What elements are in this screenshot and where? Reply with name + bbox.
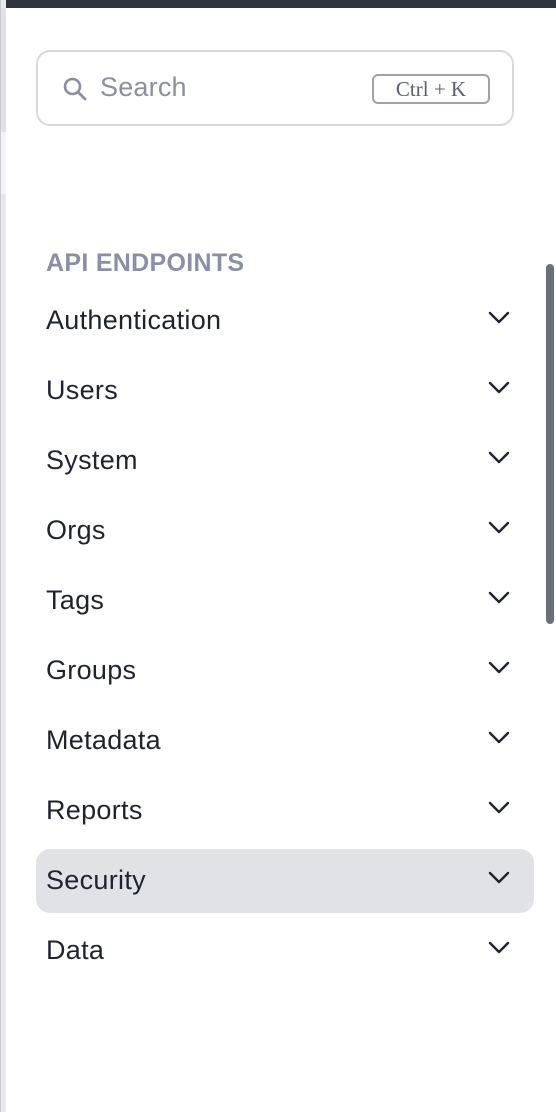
search-input[interactable]: Search Ctrl + K xyxy=(36,50,514,126)
chevron-down-icon[interactable] xyxy=(488,521,510,535)
chevron-down-icon[interactable] xyxy=(488,801,510,815)
sidebar-item-authentication[interactable]: Authentication xyxy=(36,289,534,353)
sidebar-item-groups[interactable]: Groups xyxy=(36,639,534,703)
chevron-down-icon[interactable] xyxy=(488,311,510,325)
sidebar-item-data[interactable]: Data xyxy=(36,919,534,983)
sidebar-item-label: Users xyxy=(46,375,119,405)
sidebar-panel: Search Ctrl + K API ENDPOINTS Authentica… xyxy=(6,8,556,1112)
endpoint-nav-list: Authentication Users System Orgs Tags Gr… xyxy=(36,289,534,989)
search-icon xyxy=(63,77,87,101)
sidebar-item-orgs[interactable]: Orgs xyxy=(36,499,534,563)
search-placeholder: Search xyxy=(100,72,187,102)
sidebar-item-tags[interactable]: Tags xyxy=(36,569,534,633)
sidebar-item-label: Reports xyxy=(46,795,143,825)
chevron-down-icon[interactable] xyxy=(488,731,510,745)
chevron-down-icon[interactable] xyxy=(488,871,510,885)
chevron-down-icon[interactable] xyxy=(488,661,510,675)
sidebar-item-label: Tags xyxy=(46,585,105,615)
section-title: API ENDPOINTS xyxy=(46,249,245,277)
chevron-down-icon[interactable] xyxy=(488,451,510,465)
sidebar-item-label: Authentication xyxy=(46,305,222,335)
sidebar-item-label: Metadata xyxy=(46,725,161,755)
sidebar-item-label: Security xyxy=(46,865,146,895)
sidebar-item-users[interactable]: Users xyxy=(36,359,534,423)
window-top-bar xyxy=(0,0,556,8)
sidebar-item-label: System xyxy=(46,445,138,475)
sidebar-item-label: Orgs xyxy=(46,515,106,545)
chevron-down-icon[interactable] xyxy=(488,381,510,395)
divider xyxy=(0,0,1,1112)
chevron-down-icon[interactable] xyxy=(488,941,510,955)
scrollbar[interactable] xyxy=(546,264,554,624)
sidebar-item-system[interactable]: System xyxy=(36,429,534,493)
sidebar-item-security[interactable]: Security xyxy=(36,849,534,913)
keyboard-shortcut-badge: Ctrl + K xyxy=(372,74,490,104)
chevron-down-icon[interactable] xyxy=(488,591,510,605)
sidebar-item-label: Data xyxy=(46,935,105,965)
sidebar-item-metadata[interactable]: Metadata xyxy=(36,709,534,773)
sidebar-item-label: Groups xyxy=(46,655,137,685)
sidebar-item-reports[interactable]: Reports xyxy=(36,779,534,843)
scrollbar-thumb[interactable] xyxy=(546,264,554,624)
